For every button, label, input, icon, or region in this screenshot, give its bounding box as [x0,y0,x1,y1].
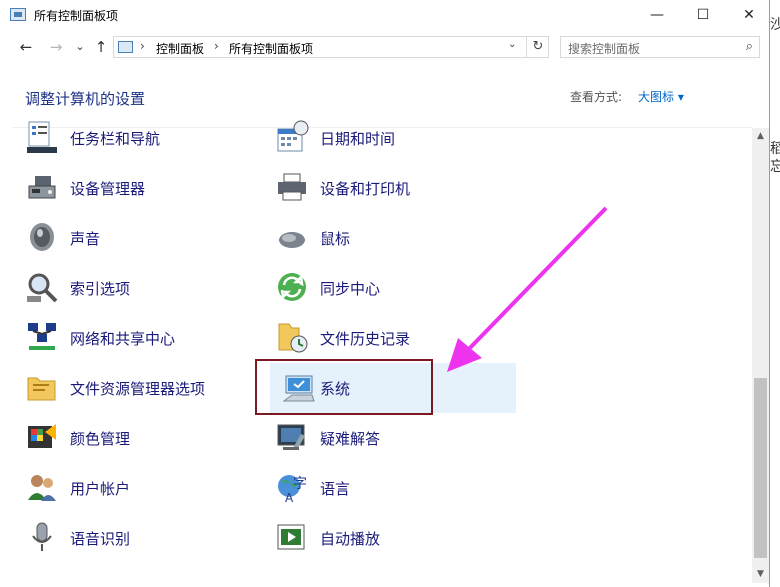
background-char: 稻 [770,141,780,157]
background-char: 忘 [770,159,780,175]
control-panel-window: 所有控制面板项 — ☐ ✕ ← → ⌄ ↑ › 控制面板 › 所有控制面板项 ⌄… [0,0,770,587]
background-window-strip: 沙 稻 忘 [770,0,780,587]
annotation-arrow [447,206,608,372]
background-char: 沙 [770,17,780,33]
